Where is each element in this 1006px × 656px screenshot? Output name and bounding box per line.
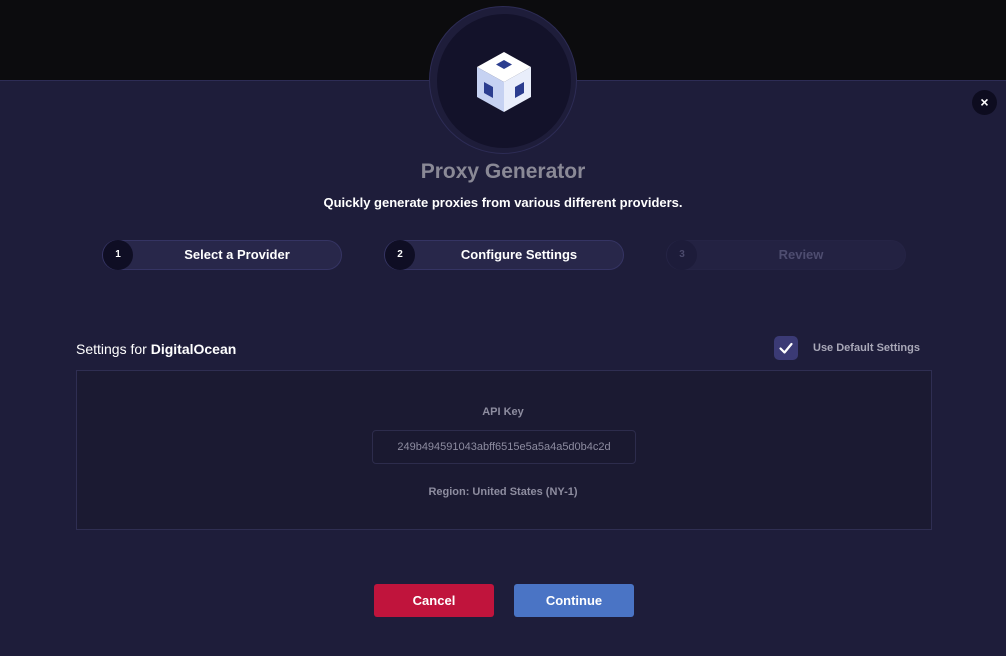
close-icon: ×	[980, 94, 989, 110]
step-label: Review	[778, 247, 824, 262]
page-subtitle: Quickly generate proxies from various di…	[323, 195, 683, 210]
checkmark-icon	[779, 342, 793, 354]
continue-button[interactable]: Continue	[514, 584, 634, 617]
step-label: Select a Provider	[184, 247, 290, 262]
cancel-button[interactable]: Cancel	[374, 584, 494, 617]
step-select-provider[interactable]: 1 Select a Provider	[102, 240, 342, 270]
settings-heading: Settings for DigitalOcean	[76, 341, 236, 357]
step-number: 2	[385, 240, 415, 270]
region-text: Region: United States (NY-1)	[428, 486, 578, 498]
step-review: 3 Review	[666, 240, 906, 270]
step-number: 3	[667, 240, 697, 270]
use-default-settings-label: Use Default Settings	[813, 342, 920, 354]
step-number: 1	[103, 240, 133, 270]
settings-heading-prefix: Settings for	[76, 341, 147, 357]
provider-name: DigitalOcean	[150, 341, 237, 357]
use-default-settings-checkbox[interactable]	[774, 336, 798, 360]
api-key-input[interactable]	[372, 430, 636, 464]
step-label: Configure Settings	[460, 247, 578, 262]
api-key-label: API Key	[482, 406, 524, 418]
page-title: Proxy Generator	[420, 160, 586, 183]
cube-icon	[477, 52, 531, 112]
close-button[interactable]: ×	[972, 90, 997, 115]
step-configure-settings[interactable]: 2 Configure Settings	[384, 240, 624, 270]
